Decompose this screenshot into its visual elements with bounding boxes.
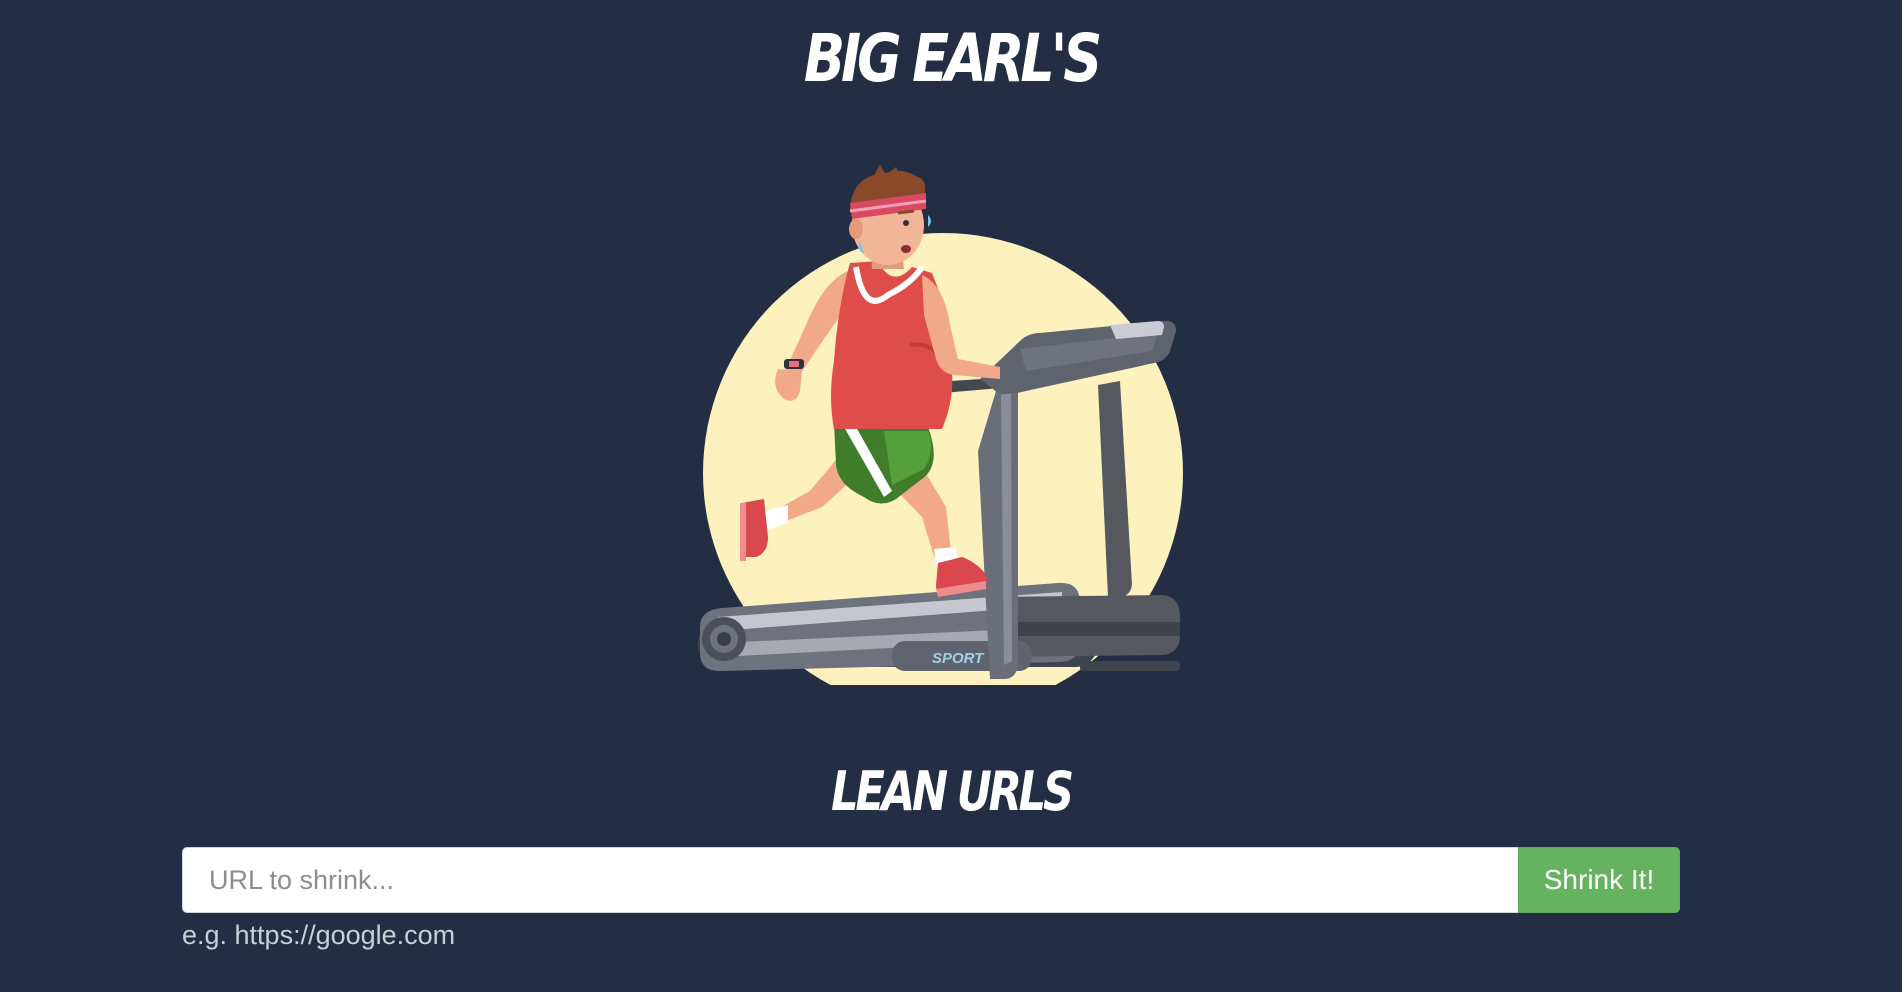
url-hint: e.g. https://google.com [182,920,456,950]
shrink-button[interactable]: Shrink It! [1518,847,1680,913]
hero-illustration: SPORT [660,165,1220,685]
shrink-form: Shrink It! [182,847,1680,913]
url-input[interactable] [182,847,1518,913]
page-subtitle: LEAN URLS [831,760,1074,823]
runner-eye [903,220,909,226]
treadmill-brand-label: SPORT [932,650,985,667]
runner-mouth [901,245,911,253]
site-title: BIG EARL'S [803,20,1102,97]
